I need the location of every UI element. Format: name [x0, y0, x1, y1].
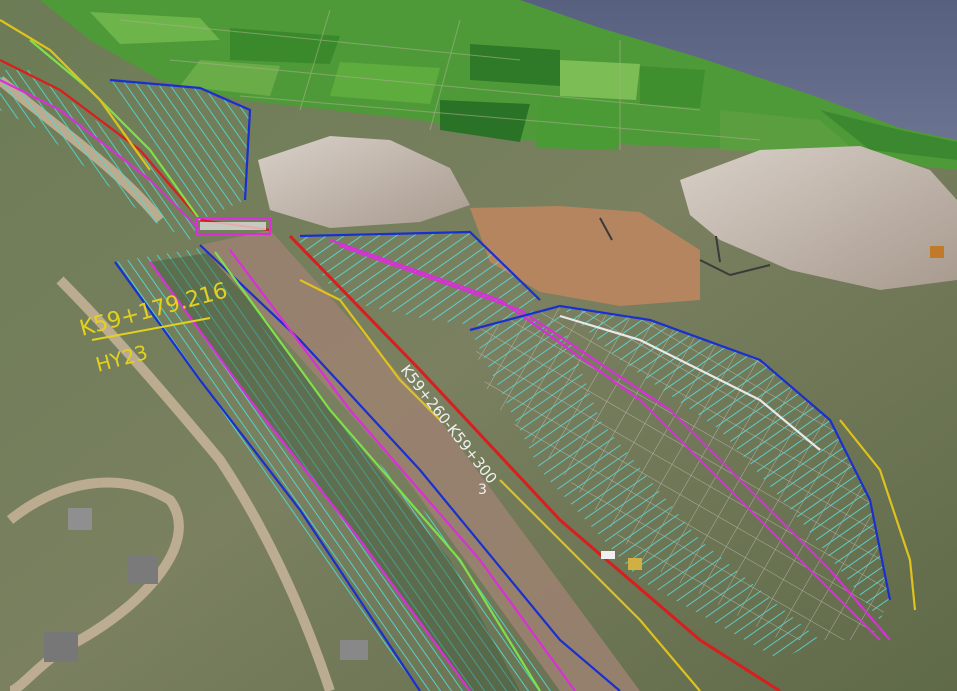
3d-survey-scene[interactable]: K59+179.216 HY23 K59+260-K59+300 3 — [0, 0, 957, 691]
note-mark: 3 — [478, 482, 487, 498]
